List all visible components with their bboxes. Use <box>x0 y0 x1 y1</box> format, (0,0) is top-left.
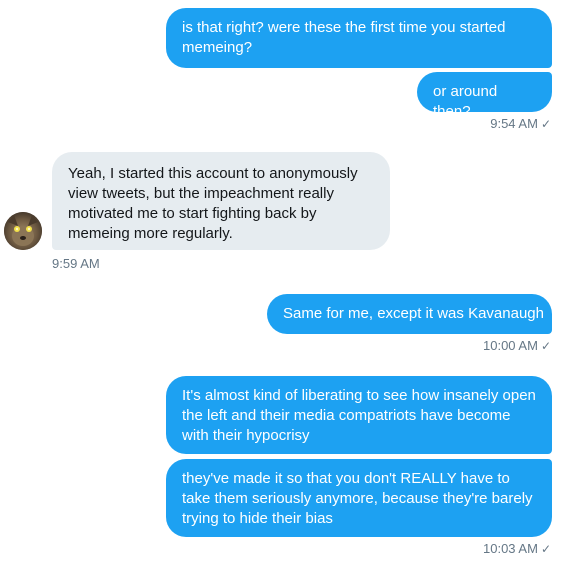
timestamp-text: 10:03 AM <box>483 541 538 556</box>
outgoing-message-bubble-2[interactable]: or around then? <box>417 72 552 120</box>
checkmark-icon: ✓ <box>540 542 551 556</box>
user-avatar[interactable] <box>4 212 42 250</box>
user-avatar-image <box>4 212 42 250</box>
timestamp-3: 10:00 AM ✓ <box>420 338 551 354</box>
timestamp-text: 9:54 AM <box>490 116 538 131</box>
checkmark-icon: ✓ <box>540 117 551 131</box>
incoming-message-bubble[interactable]: Yeah, I started this account to anonymou… <box>52 152 390 250</box>
timestamp-4: 10:03 AM ✓ <box>420 541 551 557</box>
outgoing-message-bubble-1[interactable]: is that right? were these the first time… <box>166 8 552 68</box>
outgoing-message-bubble-3[interactable]: Same for me, except it was Kavanaugh <box>267 294 552 334</box>
timestamp-1: 9:54 AM ✓ <box>437 116 551 132</box>
timestamp-2: 9:59 AM <box>52 256 100 271</box>
outgoing-message-bubble-4[interactable]: It's almost kind of liberating to see ho… <box>166 376 552 454</box>
timestamp-text: 10:00 AM <box>483 338 538 353</box>
outgoing-message-bubble-5[interactable]: they've made it so that you don't REALLY… <box>166 459 552 537</box>
checkmark-icon: ✓ <box>540 339 551 353</box>
